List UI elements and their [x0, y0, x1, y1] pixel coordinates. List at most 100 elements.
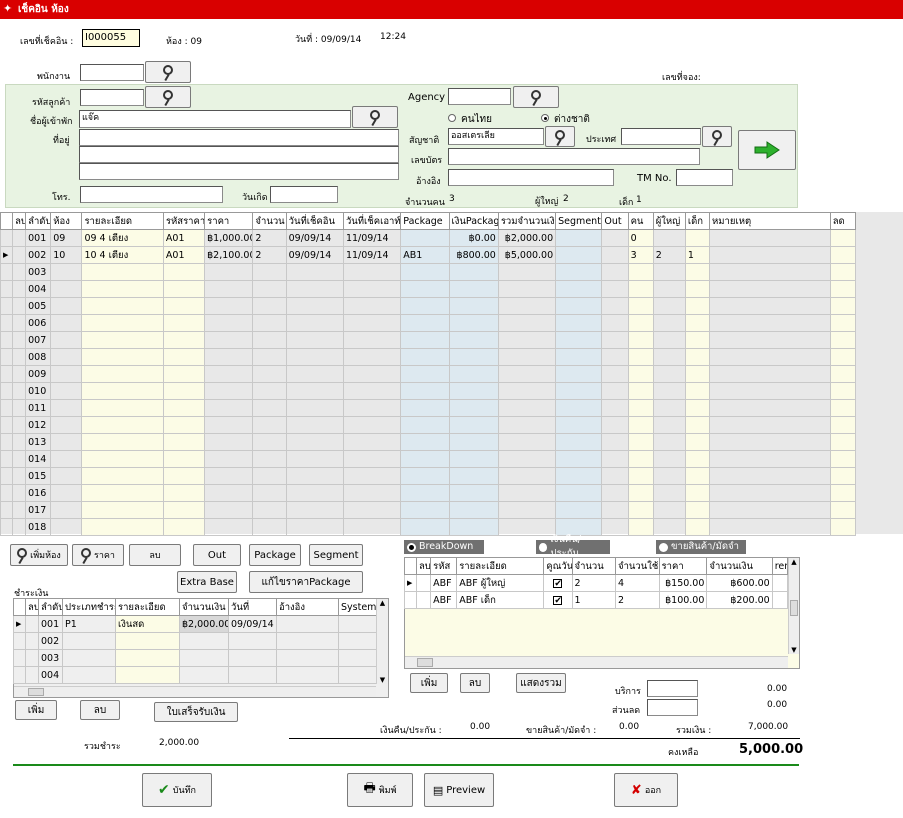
payment-cell[interactable] — [179, 632, 229, 650]
rooms-cell[interactable] — [709, 297, 831, 315]
rooms-cell[interactable]: ฿0.00 — [448, 229, 499, 247]
staff-field[interactable] — [80, 64, 144, 81]
rooms-cell[interactable] — [601, 297, 629, 315]
row-indicator[interactable] — [13, 666, 26, 684]
rooms-cell[interactable] — [342, 297, 402, 315]
breakdown-row[interactable]: ▶ ABF ABF ผู้ใหญ่ ✔ 2 4 ฿150.00 ฿600.00 — [404, 574, 789, 592]
row-indicator[interactable] — [0, 348, 14, 366]
rooms-cell[interactable]: 018 — [25, 518, 52, 536]
rooms-cell[interactable] — [12, 246, 27, 264]
row-indicator[interactable] — [0, 263, 14, 281]
save-button[interactable]: ✔ บันทึก — [142, 773, 212, 807]
payment-cell[interactable] — [115, 649, 180, 667]
agency-field[interactable] — [448, 88, 511, 105]
rooms-cell[interactable] — [555, 314, 603, 332]
exit-button[interactable]: ✘ ออก — [614, 773, 678, 807]
rooms-cell[interactable] — [497, 297, 557, 315]
breakdown-cell[interactable]: 2 — [615, 591, 660, 609]
rooms-cell[interactable]: ฿800.00 — [448, 246, 499, 264]
rooms-cell[interactable] — [285, 382, 344, 400]
rooms-cell[interactable] — [162, 297, 206, 315]
rooms-cell[interactable] — [555, 484, 603, 502]
rooms-cell[interactable]: 2 — [252, 229, 287, 247]
rooms-cell[interactable] — [12, 348, 27, 366]
rooms-cell[interactable] — [50, 348, 83, 366]
rooms-cell[interactable] — [709, 314, 831, 332]
row-indicator[interactable]: ▶ — [13, 615, 26, 633]
rooms-cell[interactable] — [829, 416, 857, 434]
row-indicator[interactable] — [0, 433, 14, 451]
rooms-cell[interactable] — [601, 467, 629, 485]
payment-cell[interactable] — [115, 666, 180, 684]
rooms-cell[interactable] — [204, 263, 254, 281]
rooms-cell[interactable] — [342, 501, 402, 519]
rooms-cell[interactable] — [684, 450, 711, 468]
address-line-1[interactable] — [79, 129, 399, 146]
rooms-cell[interactable] — [162, 280, 206, 298]
rooms-cell[interactable] — [627, 501, 654, 519]
rooms-cell[interactable]: 013 — [25, 433, 52, 451]
rooms-cell[interactable] — [342, 433, 402, 451]
payment-cell[interactable]: 001 — [38, 615, 63, 633]
rooms-cell[interactable]: 0 — [627, 229, 654, 247]
rooms-cell[interactable] — [709, 501, 831, 519]
rooms-cell[interactable] — [12, 518, 27, 536]
country-search-button[interactable] — [702, 126, 732, 147]
breakdown-row[interactable]: ABF ABF เด็ก ✔ 1 2 ฿100.00 ฿200.00 — [404, 591, 789, 609]
rooms-cell[interactable] — [497, 416, 557, 434]
breakdown-cell[interactable]: ABF — [430, 574, 458, 592]
rooms-cell[interactable] — [204, 314, 254, 332]
rooms-row[interactable]: 014 — [0, 450, 857, 468]
rooms-cell[interactable] — [448, 382, 499, 400]
rooms-cell[interactable] — [400, 229, 450, 247]
rooms-row[interactable]: 003 — [0, 263, 857, 281]
rooms-cell[interactable]: 007 — [25, 331, 52, 349]
rooms-cell[interactable] — [448, 450, 499, 468]
rooms-cell[interactable] — [627, 433, 654, 451]
rooms-cell[interactable]: 002 — [25, 246, 52, 264]
rooms-cell[interactable] — [709, 382, 831, 400]
rooms-cell[interactable] — [684, 314, 711, 332]
row-indicator[interactable] — [0, 416, 14, 434]
rooms-cell[interactable] — [497, 348, 557, 366]
service-field[interactable] — [647, 680, 698, 697]
breakdown-cell[interactable] — [415, 591, 432, 609]
rooms-cell[interactable] — [601, 365, 629, 383]
rooms-cell[interactable] — [162, 416, 206, 434]
rooms-cell[interactable]: 003 — [25, 263, 52, 281]
payment-col-header[interactable]: อ้างอิง — [276, 598, 339, 616]
row-indicator[interactable] — [0, 331, 14, 349]
rooms-cell[interactable] — [555, 331, 603, 349]
rooms-cell[interactable] — [684, 263, 711, 281]
rooms-cell[interactable] — [252, 382, 287, 400]
rooms-cell[interactable] — [342, 331, 402, 349]
country-field[interactable] — [621, 128, 701, 145]
rooms-cell[interactable] — [829, 297, 857, 315]
rooms-cell[interactable] — [555, 280, 603, 298]
rooms-col-header[interactable]: รหัสราคา — [162, 212, 206, 230]
rooms-cell[interactable] — [627, 467, 654, 485]
rooms-cell[interactable] — [448, 484, 499, 502]
delete-room-button[interactable]: ลบ — [129, 544, 181, 566]
rooms-cell[interactable]: ฿1,000.00 — [204, 229, 254, 247]
rooms-cell[interactable] — [448, 518, 499, 536]
go-button[interactable] — [738, 130, 796, 170]
row-indicator[interactable]: ▶ — [0, 246, 14, 264]
rooms-cell[interactable] — [162, 484, 206, 502]
rooms-cell[interactable] — [684, 501, 711, 519]
rooms-cell[interactable] — [50, 280, 83, 298]
rooms-col-header[interactable]: หมายเหตุ — [709, 212, 831, 230]
receipt-button[interactable]: ใบเสร็จรับเงิน — [154, 702, 238, 722]
print-button[interactable]: 🖶 พิมพ์ — [347, 773, 413, 807]
rooms-cell[interactable] — [285, 314, 344, 332]
rooms-cell[interactable] — [50, 365, 83, 383]
rooms-cell[interactable] — [497, 484, 557, 502]
rooms-col-header[interactable]: วันที่เช็คเอาท์ — [342, 212, 402, 230]
breakdown-cell[interactable]: 4 — [615, 574, 660, 592]
rooms-cell[interactable] — [555, 365, 603, 383]
delete-payment-button[interactable]: ลบ — [80, 700, 120, 720]
payment-cell[interactable] — [115, 632, 180, 650]
rooms-cell[interactable] — [684, 416, 711, 434]
breakdown-cell[interactable]: ABF — [430, 591, 458, 609]
rooms-cell[interactable] — [829, 263, 857, 281]
